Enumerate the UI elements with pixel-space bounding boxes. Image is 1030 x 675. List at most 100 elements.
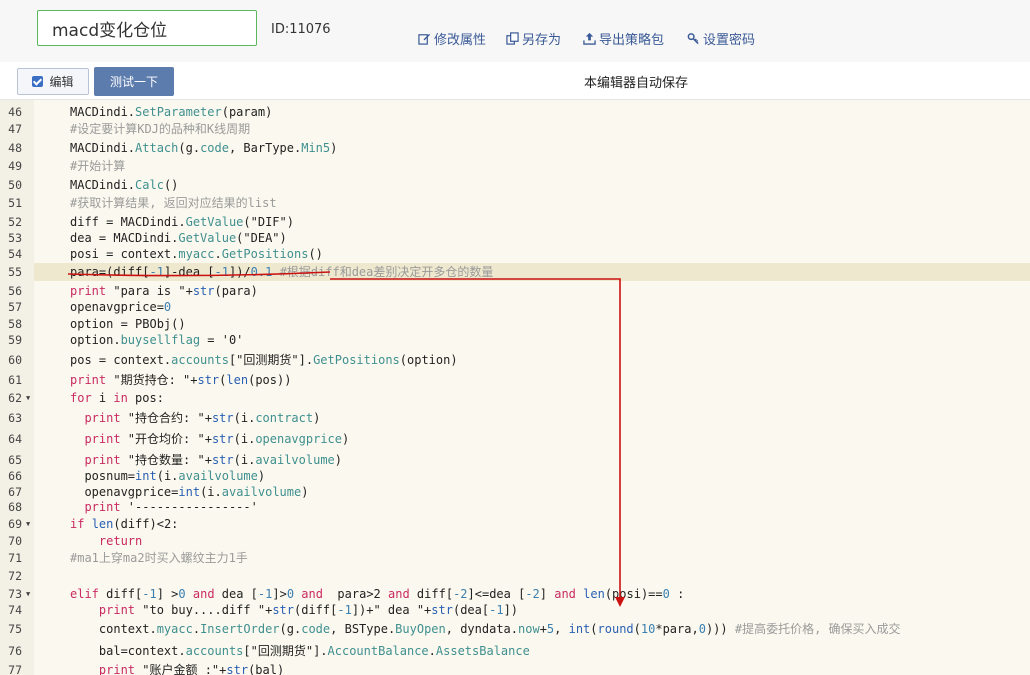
code-line[interactable]: 47 #设定要计算KDJ的品种和K线周期 <box>0 121 1030 138</box>
strategy-name-input[interactable] <box>37 10 257 46</box>
code-token: Attach <box>135 141 179 155</box>
code-token: #开始计算 <box>70 159 126 173</box>
code-line[interactable]: 74 print "to buy....diff "+str(diff[-1])… <box>0 602 1030 618</box>
code-line[interactable]: 48 MACDindi.Attach(g.code, BarType.Min5) <box>0 140 1030 157</box>
export-package-link[interactable]: 导出策略包 <box>583 29 664 48</box>
code-line[interactable]: 73 ▼ elif diff[-1] >0 and dea [-1]>0 and p… <box>0 586 1030 603</box>
edit-button[interactable]: 编辑 <box>17 68 89 95</box>
code-line[interactable]: 75 context.myacc.InsertOrder(g.code, BST… <box>0 619 1030 640</box>
code-line[interactable]: 66 posnum=int(i.availvolume) <box>0 468 1030 484</box>
code-token: GetValue <box>185 215 244 229</box>
test-run-label: 测试一下 <box>109 75 158 89</box>
code-token: i <box>91 391 114 405</box>
fold-toggle-icon[interactable]: ▼ <box>26 516 30 532</box>
save-as-link[interactable]: 另存为 <box>506 29 561 48</box>
code-token: round <box>597 622 634 636</box>
code-token: "para is "+ <box>106 284 193 298</box>
code-token: -2 <box>525 587 540 601</box>
code-token: BuyOpen <box>395 622 446 636</box>
code-text: #ma1上穿ma2时买入螺纹主力1手 <box>70 550 248 567</box>
edit-properties-link[interactable]: 修改属性 <box>418 29 486 48</box>
code-line[interactable]: 62 ▼ for i in pos: <box>0 389 1030 407</box>
code-line[interactable]: 77 print "账户金额 :"+str(bal) <box>0 662 1030 675</box>
code-line[interactable]: 53 dea = MACDindi.GetValue("DEA") <box>0 230 1030 246</box>
code-line[interactable]: 58 option = PBObj() <box>0 316 1030 332</box>
line-number: 69 <box>8 517 22 531</box>
code-text: pos = context.accounts["回测期货"].GetPositi… <box>70 350 458 370</box>
line-number: 65 <box>8 453 22 467</box>
code-token: para=(diff[ <box>70 265 150 279</box>
header-bar: ID:11076 修改属性 另存为 导出策略包 设置密码 <box>0 0 1030 62</box>
editor-toolbar: 编辑 测试一下 本编辑器自动保存 <box>0 62 1030 100</box>
code-token: and <box>554 587 576 601</box>
test-run-button[interactable]: 测试一下 <box>94 67 174 96</box>
code-token: posi = context. <box>70 247 179 261</box>
code-line[interactable]: 68 print '----------------' <box>0 500 1030 515</box>
code-token: : <box>669 587 685 601</box>
code-token: . <box>214 247 222 261</box>
fold-toggle-icon[interactable]: ▼ <box>26 586 30 603</box>
code-line[interactable]: 63 print "持仓合约: "+str(i.contract) <box>0 408 1030 428</box>
code-token: GetPositions <box>221 247 309 261</box>
set-password-link[interactable]: 设置密码 <box>687 29 755 48</box>
line-number: 54 <box>8 247 22 261</box>
code-token: (posi)== <box>604 587 663 601</box>
code-token: "期货持仓: "+ <box>106 373 198 387</box>
code-line[interactable]: 59 option.buysellflag = '0' <box>0 332 1030 348</box>
code-token: myacc <box>156 622 193 636</box>
code-token: (para) <box>214 284 258 298</box>
code-text: option = PBObj() <box>70 316 186 332</box>
line-number: 73 <box>8 587 22 601</box>
code-line[interactable]: 67 openavgprice=int(i.availvolume) <box>0 485 1030 500</box>
code-token: ( <box>633 622 641 636</box>
code-line[interactable]: 55 para=(diff[-1]-dea [-1])/0.1 #根据diff和d… <box>8 263 1030 281</box>
code-line[interactable]: 60 pos = context.accounts["回测期货"].GetPosi… <box>0 350 1030 370</box>
fold-toggle-icon[interactable]: ▼ <box>26 389 30 407</box>
code-line[interactable]: 61 print "期货持仓: "+str(len(pos)) <box>0 371 1030 390</box>
code-line[interactable]: 71 #ma1上穿ma2时买入螺纹主力1手 <box>0 550 1030 567</box>
code-token: if <box>70 517 85 531</box>
code-line[interactable]: 51 #获取计算结果, 返回对应结果的list <box>0 195 1030 212</box>
code-token: openavgprice= <box>70 300 164 314</box>
code-text: print "para is "+str(para) <box>70 283 258 300</box>
export-icon <box>583 32 596 45</box>
code-line[interactable]: 76 bal=context.accounts["回测期货"].AccountB… <box>0 641 1030 661</box>
code-text: #获取计算结果, 返回对应结果的list <box>70 195 277 212</box>
code-line[interactable]: 56 print "para is "+str(para) <box>0 283 1030 300</box>
line-number: 52 <box>8 215 22 229</box>
code-line[interactable]: 72 <box>0 568 1030 585</box>
code-line[interactable]: 52 diff = MACDindi.GetValue("DIF") <box>0 214 1030 230</box>
code-line[interactable]: 49 #开始计算 <box>0 158 1030 175</box>
code-token: #提高委托价格, 确保买入成交 <box>734 622 901 636</box>
code-token: ( <box>590 622 598 636</box>
code-token: ["回测期货"]. <box>228 353 314 367</box>
code-token: -1 <box>214 265 229 279</box>
code-line[interactable]: 54 posi = context.myacc.GetPositions() <box>0 246 1030 262</box>
line-number: 61 <box>8 373 22 387</box>
code-line[interactable]: 46 MACDindi.SetParameter(param) <box>0 104 1030 120</box>
code-token: *para, <box>655 622 699 636</box>
code-line[interactable]: 57 openavgprice=0 <box>0 299 1030 315</box>
code-token: 0 <box>662 587 670 601</box>
code-line[interactable]: 64 print "开仓均价: "+str(i.openavgprice) <box>0 429 1030 449</box>
code-line[interactable]: 69 ▼ if len(diff)<2: <box>0 516 1030 532</box>
line-number: 49 <box>8 159 22 173</box>
code-line[interactable]: 50 MACDindi.Calc() <box>0 177 1030 194</box>
code-line[interactable]: 70 return <box>0 533 1030 550</box>
code-text: #开始计算 <box>70 158 125 175</box>
code-token: #设定要计算KDJ的品种和K线周期 <box>70 122 251 136</box>
code-editor[interactable]: 46 MACDindi.SetParameter(param) 47 #设定要计算KD… <box>0 100 1030 675</box>
code-text: print "期货持仓: "+str(len(pos)) <box>70 371 291 390</box>
code-token: 0 <box>178 587 186 601</box>
code-token: SetParameter <box>135 105 222 119</box>
line-number: 62 <box>8 391 22 405</box>
code-token: MACDindi. <box>70 178 136 192</box>
save-as-label: 另存为 <box>522 33 562 48</box>
code-line[interactable]: 65 print "持仓数量: "+str(i.availvolume) <box>0 450 1030 470</box>
